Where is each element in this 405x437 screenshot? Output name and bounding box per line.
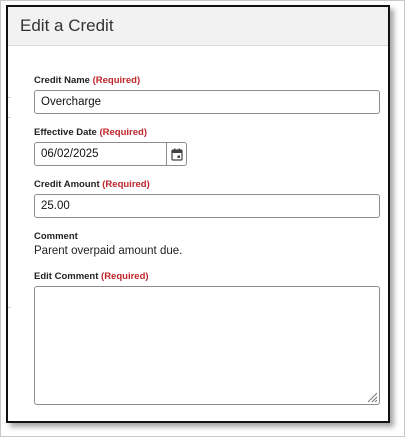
credit-amount-field: Credit Amount (Required) 25.00 <box>34 179 380 218</box>
resize-handle-icon[interactable] <box>366 391 378 403</box>
effective-date-field: Effective Date (Required) 06/02/2025 <box>34 127 380 166</box>
comment-field: Comment Parent overpaid amount due. <box>34 231 380 257</box>
effective-date-control: 06/02/2025 <box>34 142 380 166</box>
required-indicator: (Required) <box>92 75 141 86</box>
effective-date-label: Effective Date <box>34 127 97 138</box>
credit-name-input[interactable]: Overcharge <box>34 90 380 114</box>
comment-label: Comment <box>34 231 78 242</box>
edit-comment-textarea[interactable] <box>34 286 380 405</box>
calendar-button[interactable] <box>167 142 187 166</box>
dialog-title: Edit a Credit <box>20 16 114 35</box>
calendar-icon <box>170 148 183 161</box>
required-indicator: (Required) <box>101 271 149 282</box>
screenshot-frame: Edit a Credit Credit Name (Required) Ove… <box>0 0 405 437</box>
credit-name-field: Credit Name (Required) Overcharge <box>34 75 380 114</box>
credit-amount-input[interactable]: 25.00 <box>34 194 380 218</box>
comment-value: Parent overpaid amount due. <box>34 245 183 257</box>
edit-comment-label: Edit Comment <box>34 271 99 282</box>
edit-credit-dialog: Edit a Credit Credit Name (Required) Ove… <box>6 5 390 423</box>
effective-date-input[interactable]: 06/02/2025 <box>34 142 167 166</box>
required-indicator: (Required) <box>99 127 147 138</box>
credit-amount-label: Credit Amount <box>34 179 100 190</box>
credit-name-label: Credit Name <box>34 75 90 86</box>
left-edge-dividers <box>8 7 11 421</box>
required-indicator: (Required) <box>102 179 150 190</box>
edit-comment-field: Edit Comment (Required) <box>34 271 380 405</box>
dialog-header: Edit a Credit <box>8 7 388 46</box>
